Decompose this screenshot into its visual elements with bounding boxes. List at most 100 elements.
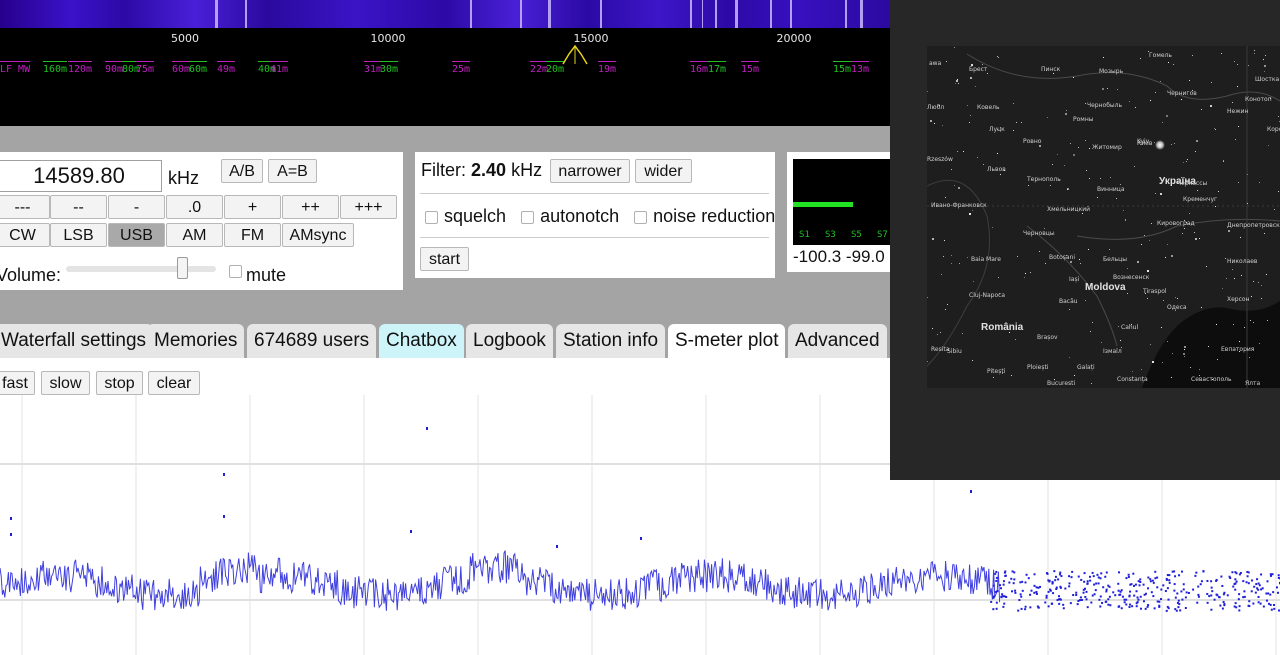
plot-slow-button[interactable]: slow xyxy=(41,371,90,395)
tab-advanced[interactable]: Advanced xyxy=(788,324,887,358)
band-range xyxy=(0,61,31,62)
city-light xyxy=(1274,209,1276,211)
map-country-label: Moldova xyxy=(1085,282,1126,293)
city-light xyxy=(1236,85,1238,87)
map-city-label: Cahul xyxy=(1121,324,1139,331)
band-label: 17m xyxy=(708,61,727,75)
tab-logbook[interactable]: Logbook xyxy=(466,324,553,358)
tab-memories[interactable]: Memories xyxy=(147,324,245,358)
narrower-button[interactable]: narrower xyxy=(550,159,630,183)
signal-point xyxy=(1075,591,1078,594)
city-light xyxy=(1171,255,1174,258)
city-light xyxy=(942,125,944,127)
signal-point xyxy=(1082,591,1085,594)
signal-point xyxy=(1094,589,1097,592)
signal-point xyxy=(1135,605,1138,608)
mode-button-cw[interactable]: CW xyxy=(0,223,50,247)
signal-point xyxy=(1019,581,1022,584)
city-light xyxy=(932,237,935,240)
city-light xyxy=(1029,272,1031,274)
signal-point xyxy=(1021,589,1024,592)
signal-point xyxy=(1098,598,1101,601)
city-light xyxy=(1160,326,1162,328)
map-city-label: Шостка xyxy=(1255,76,1280,83)
wider-button[interactable]: wider xyxy=(635,159,692,183)
city-light xyxy=(1134,165,1136,167)
signal-point xyxy=(1223,603,1226,606)
step-button[interactable]: ++ xyxy=(282,195,339,219)
signal-point xyxy=(1267,602,1270,605)
autonotch-checkbox[interactable] xyxy=(521,210,535,224)
start-button[interactable]: start xyxy=(420,247,469,271)
squelch-checkbox[interactable] xyxy=(425,210,438,224)
city-light xyxy=(1199,375,1201,376)
noise-reduction-checkbox[interactable] xyxy=(634,210,648,224)
volume-slider-thumb[interactable] xyxy=(177,257,188,279)
city-light xyxy=(1197,189,1198,191)
city-light xyxy=(1127,267,1129,269)
signal-point xyxy=(1030,589,1033,592)
smeter-scale-label: S5 xyxy=(851,230,862,240)
ab-button[interactable]: A/B xyxy=(221,159,263,183)
band-label: 120m xyxy=(68,61,93,75)
tab-chatbox[interactable]: Chatbox xyxy=(379,324,464,358)
signal-point xyxy=(1147,576,1150,579)
city-light xyxy=(1264,233,1266,235)
city-light xyxy=(1143,234,1145,236)
mode-button-fm[interactable]: FM xyxy=(224,223,281,247)
signal-point xyxy=(426,427,428,430)
signal-point xyxy=(1266,580,1269,583)
step-button[interactable]: +++ xyxy=(340,195,397,219)
city-light xyxy=(1184,348,1186,350)
mode-button-am[interactable]: AM xyxy=(166,223,223,247)
waterfall-display[interactable] xyxy=(0,0,890,28)
night-map[interactable]: Україна Moldova România awa Брест Пинск Мозырь… xyxy=(927,46,1280,388)
city-light xyxy=(1070,142,1072,144)
frequency-scale[interactable]: 5000 10000 15000 20000 LF MW 160m 120m 90m 80m 7… xyxy=(0,28,890,126)
signal-point xyxy=(1068,585,1071,588)
city-light xyxy=(927,91,929,93)
step-button[interactable]: + xyxy=(224,195,281,219)
step-button[interactable]: .0 xyxy=(166,195,223,219)
signal-point xyxy=(1215,579,1218,582)
a-equals-b-button[interactable]: A=B xyxy=(268,159,317,183)
city-light xyxy=(946,61,948,63)
city-light xyxy=(1089,148,1091,150)
city-light xyxy=(1165,114,1168,117)
tab-waterfall-settings[interactable]: Waterfall settings xyxy=(0,324,154,358)
filter-bandwidth: 2.40 xyxy=(471,160,507,180)
signal-point xyxy=(1060,575,1063,578)
frequency-input[interactable]: 14589.80 xyxy=(0,160,162,192)
tab-s-meter-plot[interactable]: S-meter plot xyxy=(668,324,786,358)
plot-fast-button[interactable]: fast xyxy=(0,371,35,395)
band-range xyxy=(708,61,727,62)
waterfall-signal xyxy=(790,0,792,28)
signal-point xyxy=(1139,578,1142,581)
signal-point xyxy=(1158,604,1161,607)
signal-point xyxy=(1029,593,1032,596)
tab-station-info[interactable]: Station info xyxy=(556,324,666,358)
city-light xyxy=(1044,227,1046,229)
signal-point xyxy=(1086,580,1089,583)
city-light xyxy=(1072,77,1074,79)
signal-point xyxy=(1037,606,1040,609)
city-light xyxy=(1015,122,1017,124)
signal-point xyxy=(1128,595,1131,598)
step-button[interactable]: --- xyxy=(0,195,50,219)
signal-point xyxy=(990,600,993,603)
plot-stop-button[interactable]: stop xyxy=(96,371,143,395)
city-light xyxy=(1215,128,1217,130)
step-button[interactable]: -- xyxy=(50,195,107,219)
step-button[interactable]: - xyxy=(108,195,165,219)
tab-674689-users[interactable]: 674689 users xyxy=(247,324,377,358)
mode-button-amsync[interactable]: AMsync xyxy=(282,223,354,247)
map-city-label: Кировоград xyxy=(1157,220,1195,227)
mute-checkbox[interactable] xyxy=(229,265,242,278)
city-light xyxy=(1128,101,1130,103)
signal-point xyxy=(1221,584,1224,587)
volume-slider[interactable] xyxy=(66,257,216,279)
plot-clear-button[interactable]: clear xyxy=(148,371,200,395)
mode-button-lsb[interactable]: LSB xyxy=(50,223,107,247)
mode-button-usb[interactable]: USB xyxy=(108,223,165,247)
city-light xyxy=(1151,361,1154,364)
